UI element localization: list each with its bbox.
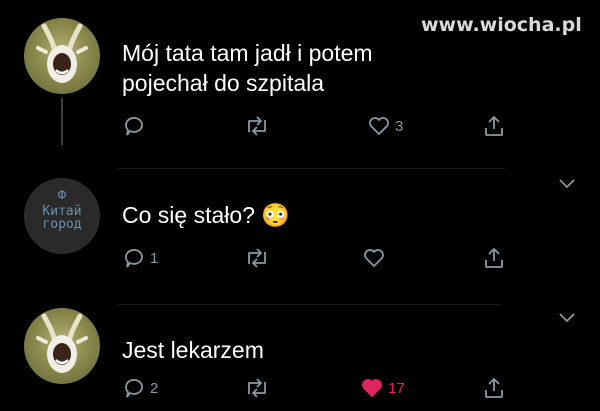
action-bar: 1 <box>122 244 522 272</box>
share-icon <box>485 378 503 398</box>
goat-icon <box>36 313 88 373</box>
retweet-button[interactable] <box>244 374 270 402</box>
share-icon <box>485 248 503 268</box>
retweet-button[interactable] <box>244 112 270 140</box>
reply-count: 2 <box>150 379 159 397</box>
like-button[interactable]: 3 <box>367 112 403 140</box>
reply-button[interactable] <box>122 112 150 140</box>
kitai-gorod-avatar[interactable]: Φ Китай город <box>24 178 100 254</box>
chevron-down-icon[interactable] <box>556 176 578 192</box>
share-button[interactable] <box>482 374 506 402</box>
heart-icon <box>369 117 389 135</box>
avatar-logo-text: Китай город <box>24 205 100 231</box>
action-bar: 3 <box>122 112 522 140</box>
like-count: 3 <box>395 117 404 135</box>
share-button[interactable] <box>482 112 506 140</box>
like-button[interactable]: 17 <box>360 374 405 402</box>
avatar-text-bottom: город <box>42 217 82 232</box>
tweet-text: Jest lekarzem <box>122 337 264 363</box>
share-button[interactable] <box>482 244 506 272</box>
tweet-text-line: pojechał do szpitala <box>122 70 325 96</box>
redacted-username-bar <box>118 304 501 337</box>
goat-icon <box>36 23 88 83</box>
reply-icon <box>125 117 143 136</box>
reply-count: 1 <box>150 249 159 267</box>
goat-avatar[interactable] <box>24 308 100 384</box>
redacted-username-bar <box>118 168 505 201</box>
avatar-logo-icon: Φ <box>57 188 67 202</box>
share-icon <box>485 116 503 136</box>
retweet-button[interactable] <box>244 244 270 272</box>
tweet-text: Co się stało? 😳 <box>122 202 290 228</box>
reply-icon <box>125 379 143 398</box>
tweet-2[interactable]: Φ Китай город Co się stało? 😳 1 <box>0 160 600 285</box>
tweet-3[interactable]: Jest lekarzem 2 17 <box>0 298 600 411</box>
chevron-down-icon[interactable] <box>556 310 578 326</box>
reply-button[interactable]: 1 <box>122 244 158 272</box>
heart-icon <box>364 249 384 267</box>
tweet-1[interactable]: Mój tata tam jadł i potem pojechał do sz… <box>0 0 600 145</box>
reply-button[interactable]: 2 <box>122 374 158 402</box>
tweet-text: Mój tata tam jadł i potem pojechał do sz… <box>122 38 373 98</box>
thread-line <box>61 98 63 145</box>
heart-filled-icon <box>362 379 382 397</box>
retweet-icon <box>248 248 266 268</box>
retweet-icon <box>248 116 266 136</box>
tweet-text-line: Mój tata tam jadł i potem <box>122 40 373 66</box>
goat-avatar[interactable] <box>24 18 100 94</box>
retweet-icon <box>248 378 266 398</box>
reply-icon <box>125 249 143 268</box>
like-count: 17 <box>388 379 405 397</box>
like-button[interactable] <box>362 244 390 272</box>
action-bar: 2 17 <box>122 374 522 402</box>
